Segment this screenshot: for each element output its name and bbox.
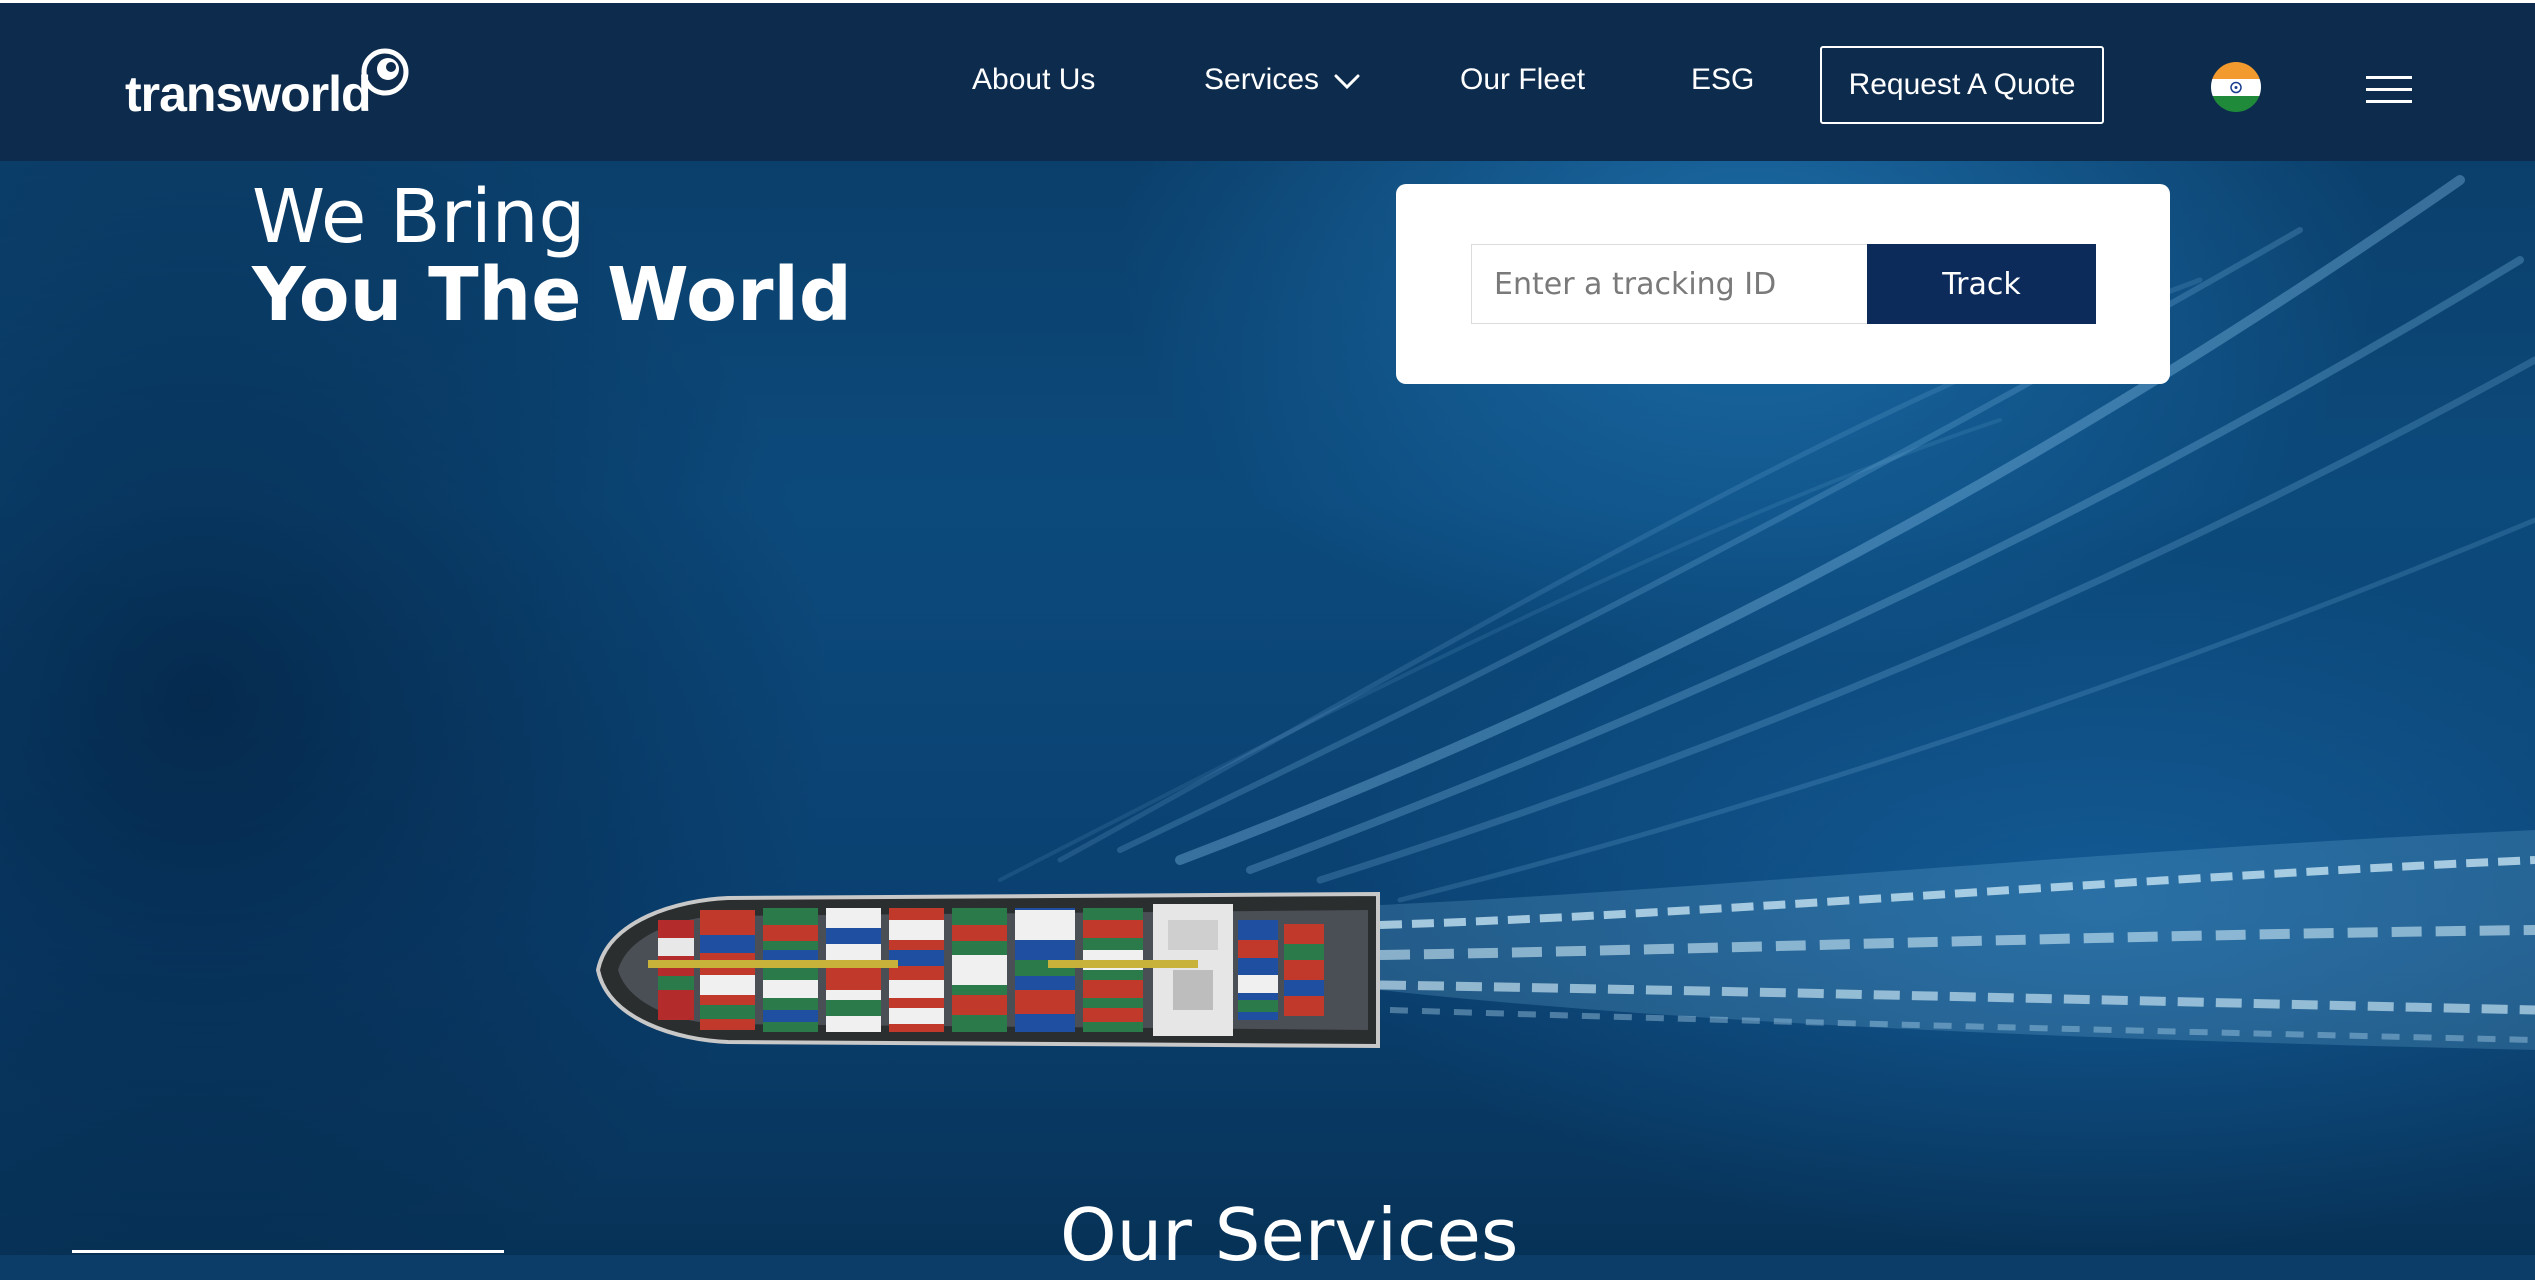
tracking-id-input[interactable] [1471,244,1867,324]
transworld-logo[interactable]: transworld [125,47,415,127]
scroll-progress-bar [72,1250,504,1253]
hero-headline: We Bring You The World [252,178,852,334]
logo-wordmark: transworld [125,66,372,122]
nav-link-our-fleet[interactable]: Our Fleet [1460,63,1585,97]
request-quote-button[interactable]: Request A Quote [1820,46,2104,124]
top-navigation-bar: transworld About Us Services Our Fleet E… [0,3,2535,161]
nav-link-services[interactable]: Services [1204,63,1319,97]
tracking-card: Track [1396,184,2170,384]
nav-link-esg[interactable]: ESG [1691,63,1754,97]
headline-line-2: You The World [252,252,852,338]
headline-line-1: We Bring [252,174,586,260]
hamburger-menu-icon[interactable] [2366,75,2412,105]
container-ship-image [595,891,1380,1049]
chevron-down-icon[interactable] [1334,73,1360,91]
globe-logo-icon [361,48,409,96]
our-services-heading: Our Services [1060,1193,1519,1277]
track-button[interactable]: Track [1867,244,2096,324]
nav-link-about-us[interactable]: About Us [972,63,1095,97]
india-flag-icon[interactable] [2210,61,2262,113]
